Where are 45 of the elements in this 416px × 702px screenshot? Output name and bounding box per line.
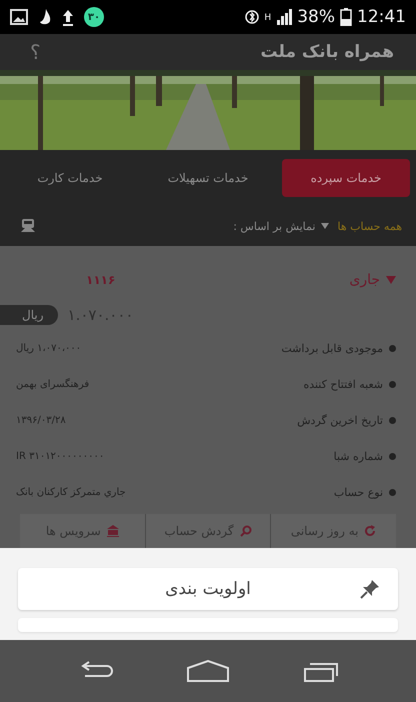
detail-value: IR ۳۱۰۱۲۰۰۰۰۰۰۰۰۰ [16,450,104,462]
home-icon[interactable] [186,660,230,682]
clock: 12:41 [357,7,406,27]
signal-icon [276,9,292,25]
recent-apps-icon[interactable] [303,660,340,682]
detail-value: ۱،۰۷۰،۰۰۰ ریال [16,342,82,354]
help-button[interactable]: ؟ [30,40,41,64]
tab[interactable]: خدمات تسهیلات [144,159,272,197]
menu-item[interactable]: اولویت بندی [18,568,398,610]
detail-label: تاریخ اخرین گردش [297,414,383,426]
currency-badge: ریال [0,305,58,325]
refresh-icon [364,525,376,537]
detail-label: نوع حساب [334,486,383,498]
pin-icon [360,579,380,599]
detail-value: ۱۳۹۶/۰۳/۲۸ [16,414,66,426]
image-icon [10,9,28,25]
filter-label: نمایش بر اساس : [233,220,316,232]
bullet-icon [389,416,396,424]
flame-icon [38,8,52,26]
bluetooth-icon [245,9,260,25]
detail-value: فرهنگسرای بهمن [16,378,90,390]
search-icon [240,525,252,537]
bullet-icon [389,488,396,496]
detail-label: شعبه افتتاح کننده [303,378,383,390]
caret-icon [321,223,330,229]
tab[interactable]: خدمات کارت [6,159,134,197]
detail-label: موجودی قابل برداشت [281,342,383,354]
detail-value: جاري متمركز كاركنان بانک [16,486,126,498]
account-type-toggle[interactable]: جاری [349,272,396,288]
battery-icon [340,8,352,26]
tab[interactable]: خدمات سپرده [282,159,410,197]
caret-icon [386,276,396,284]
upload-icon [62,8,74,26]
bullet-icon [389,380,396,388]
battery-percent: 38% [297,7,335,27]
filter-link[interactable]: همه حساب ها [337,220,402,232]
network-type: H [264,13,272,23]
bank-icon [106,525,119,537]
bullet-icon [389,452,396,460]
account-number: ۱۱۱۶ [86,273,116,287]
app-title: همراه بانک ملت [260,42,394,62]
account-card-icon[interactable] [20,218,36,234]
detail-label: شماره شبا [334,450,383,462]
bullet-icon [389,344,396,352]
notification-badge: ۳۰ [84,7,104,27]
